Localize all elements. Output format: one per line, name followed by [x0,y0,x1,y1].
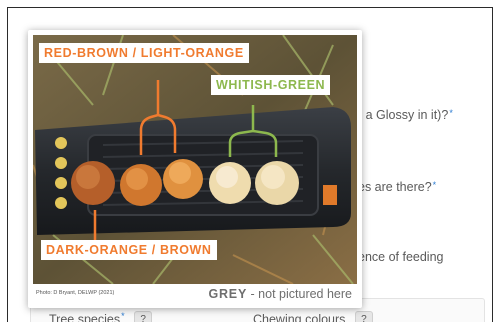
grey-label: GREY [208,287,248,301]
chewing-colours-label: Chewing colours [253,312,346,322]
grey-caption: GREY - not pictured here [208,287,352,301]
tree-species-field: Tree species* ? [49,311,153,322]
chewing-colours-help-button[interactable]: ? [354,311,373,322]
chewing-colours-field: Chewing colours ? [253,311,373,322]
question-feeding: ence of feeding [358,250,444,264]
tree-species-label: Tree species [49,312,121,322]
photo-credit: Photo: D Bryant, DELWP (2021) [36,290,115,296]
question-feeding-text: ence of feeding [358,250,444,264]
page-frame: r a Glossy in it)?* es are there?* ence … [7,7,493,322]
label-whitish-green: WHITISH-GREEN [211,75,331,95]
question-count: es are there?* [358,180,436,194]
label-red-brown-light-orange: RED-BROWN / LIGHT-ORANGE [39,43,249,63]
required-marker: * [432,180,437,190]
question-glossy-text: r a Glossy in it)? [358,108,449,122]
required-marker: * [449,108,453,118]
required-marker: * [121,311,125,321]
label-dark-orange-brown: DARK-ORANGE / BROWN [41,240,217,260]
frass-photo: RED-BROWN / LIGHT-ORANGE WHITISH-GREEN D… [33,35,357,284]
question-glossy: r a Glossy in it)?* [358,108,453,122]
tree-species-help-button[interactable]: ? [134,311,153,322]
question-count-text: es are there? [358,180,432,194]
chewing-colours-popup: RED-BROWN / LIGHT-ORANGE WHITISH-GREEN D… [28,30,362,308]
grey-note: - not pictured here [247,287,352,301]
